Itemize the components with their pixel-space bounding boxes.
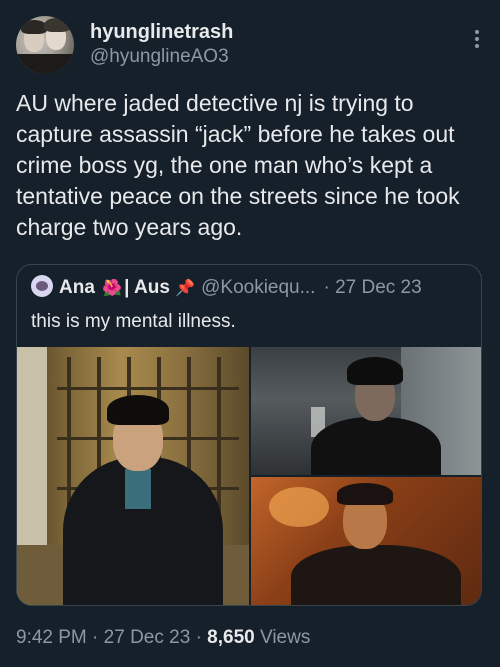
display-name[interactable]: hyunglinetrash xyxy=(90,20,233,44)
quoted-avatar[interactable] xyxy=(31,275,53,297)
quoted-date[interactable]: · 27 Dec 23 xyxy=(323,277,421,298)
tweet-time[interactable]: 9:42 PM xyxy=(16,627,87,648)
tweet-header: hyunglinetrash @hyunglineAO3 xyxy=(16,14,484,74)
avatar[interactable] xyxy=(16,16,74,74)
tweet-date[interactable]: 27 Dec 23 xyxy=(104,627,191,648)
photo-man-orange-room[interactable] xyxy=(251,477,481,605)
media-grid xyxy=(17,347,481,605)
tweet-text: AU where jaded detective nj is trying to… xyxy=(16,90,460,240)
tweet-meta: 9:42 PM · 27 Dec 23 · 8,650 Views xyxy=(16,627,310,649)
author-names: hyunglinetrash @hyunglineAO3 xyxy=(90,20,233,70)
views-label[interactable]: Views xyxy=(260,627,310,648)
photo-man-dark-hallway[interactable] xyxy=(251,347,481,475)
quoted-name-suffix: | Aus xyxy=(124,277,170,298)
separator: · xyxy=(92,627,99,648)
quoted-tweet-header: Ana 🌺 | Aus 📌 @Kookiequ... · 27 Dec 23 xyxy=(31,275,422,299)
views-count[interactable]: 8,650 xyxy=(207,627,255,648)
hibiscus-emoji: 🌺 xyxy=(102,280,123,297)
more-options-icon[interactable] xyxy=(474,30,480,51)
pin-emoji: 📌 xyxy=(175,280,196,297)
handle[interactable]: @hyunglineAO3 xyxy=(90,44,233,70)
quoted-display-name[interactable]: Ana xyxy=(59,277,95,298)
quoted-handle[interactable]: @Kookiequ... xyxy=(201,277,315,298)
quoted-tweet-text: this is my mental illness. xyxy=(31,311,236,332)
separator: · xyxy=(195,627,202,648)
photo-man-smoking[interactable] xyxy=(17,347,249,605)
quoted-tweet[interactable]: Ana 🌺 | Aus 📌 @Kookiequ... · 27 Dec 23 this… xyxy=(16,264,482,606)
